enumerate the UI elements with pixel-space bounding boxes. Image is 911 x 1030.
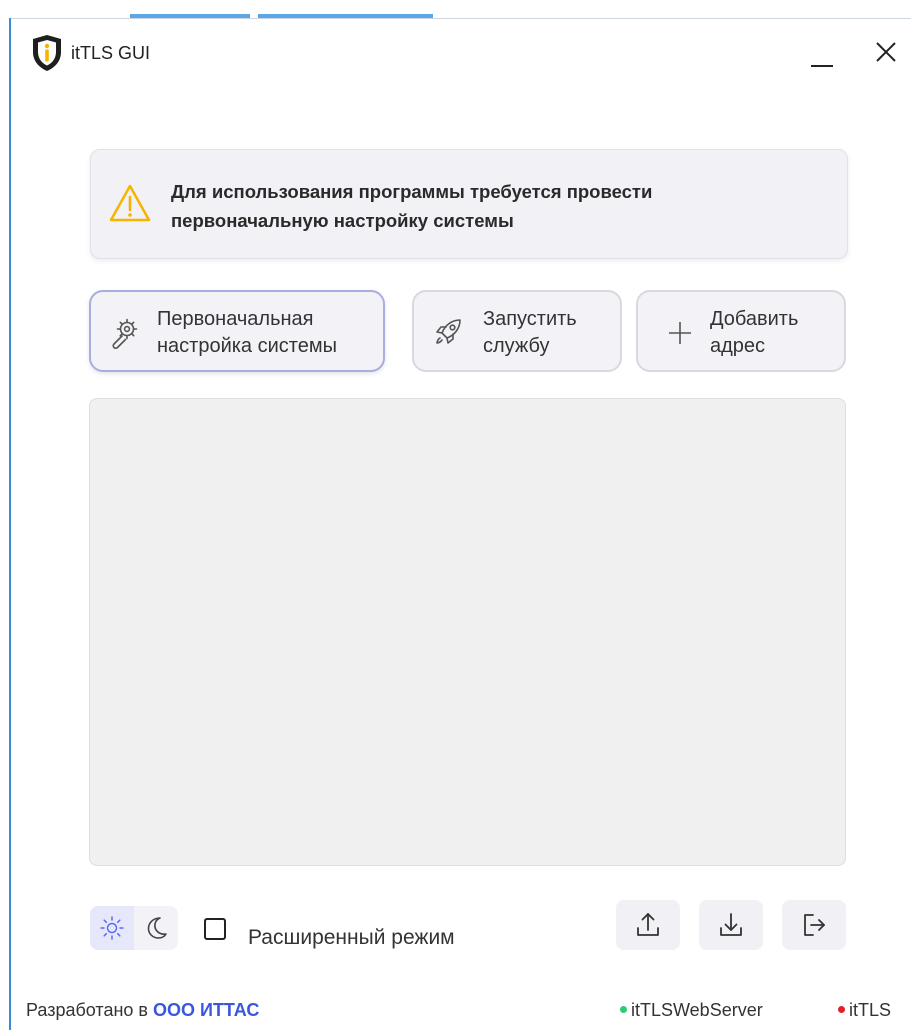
warning-icon [109, 184, 151, 222]
wrench-gear-icon [112, 318, 138, 350]
logout-button[interactable] [782, 900, 846, 950]
logout-icon [804, 914, 825, 936]
status-name: itTLS [849, 1000, 892, 1020]
advanced-mode-label[interactable]: Расширенный режим [248, 926, 455, 950]
minimize-icon [811, 65, 833, 67]
alert-message: Для использования программы требуется пр… [171, 177, 811, 235]
button-label: Запустить службу [483, 306, 577, 360]
rocket-icon [436, 319, 461, 344]
download-icon [720, 913, 742, 936]
webserver-status: itTLSWebServer [620, 1000, 763, 1021]
company-link[interactable]: ООО ИТТАС [153, 1000, 259, 1020]
theme-toggle [90, 906, 178, 950]
developed-by-text: Разработано в [26, 1000, 148, 1020]
light-theme-button[interactable] [90, 906, 134, 950]
button-label-line: Запустить [483, 308, 577, 330]
close-icon [876, 42, 896, 62]
title-bar: itTLS GUI [11, 19, 911, 89]
dark-theme-button[interactable] [134, 906, 178, 950]
alert-line: Для использования программы требуется пр… [171, 181, 653, 202]
developer-credit: Разработано в ООО ИТТАС [26, 1000, 259, 1021]
button-label-line: настройка системы [157, 335, 337, 357]
status-name: itTLSWebServer [631, 1000, 763, 1020]
setup-required-alert: Для использования программы требуется пр… [90, 149, 848, 259]
button-label-line: адрес [710, 335, 766, 357]
add-address-button[interactable]: Добавить адрес [636, 290, 846, 372]
button-label-line: Добавить [710, 308, 799, 330]
button-label-line: Первоначальная [157, 308, 314, 330]
export-button[interactable] [616, 900, 680, 950]
sun-icon [100, 916, 124, 940]
window-left-border [9, 18, 11, 1030]
close-button[interactable] [867, 33, 907, 73]
start-service-button[interactable]: Запустить службу [412, 290, 622, 372]
content-panel [89, 398, 846, 866]
checkbox-box[interactable] [204, 918, 226, 940]
button-label: Добавить адрес [710, 306, 798, 360]
status-dot-green [620, 1005, 627, 1013]
import-button[interactable] [699, 900, 763, 950]
moon-icon [147, 917, 167, 939]
initial-setup-button[interactable]: Первоначальная настройка системы [89, 290, 385, 372]
app-logo-icon [33, 35, 61, 71]
upload-icon [637, 913, 659, 936]
button-label-line: службу [483, 335, 550, 357]
plus-icon [669, 322, 691, 344]
button-label: Первоначальная настройка системы [157, 306, 337, 360]
itls-status: itTLS [838, 1000, 891, 1021]
window-title: itTLS GUI [71, 43, 151, 63]
minimize-button[interactable] [803, 33, 843, 73]
status-dot-red [838, 1005, 845, 1013]
top-strip [0, 0, 911, 18]
alert-line: первоначальную настройку системы [171, 210, 514, 231]
